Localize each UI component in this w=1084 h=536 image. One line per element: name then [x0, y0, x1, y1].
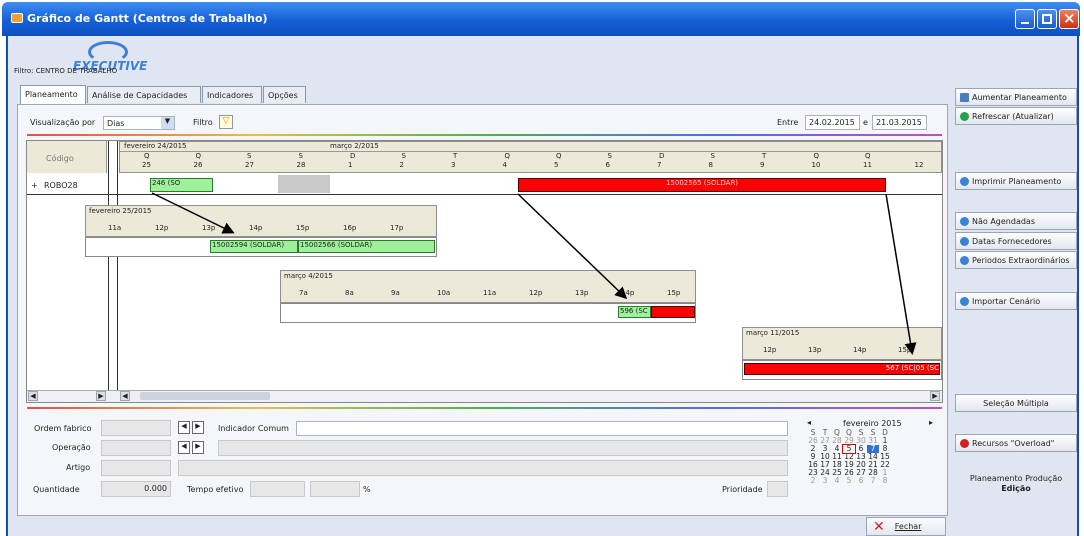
cal-next-icon[interactable]: ▸: [929, 418, 933, 427]
button-label: Recursos "Overload": [972, 438, 1055, 448]
cal-day[interactable]: 5: [843, 477, 855, 485]
operacao-desc: [218, 440, 788, 456]
mode-value: Edição: [1001, 484, 1031, 493]
operacao-field[interactable]: [101, 440, 171, 456]
cal-day[interactable]: 8: [879, 477, 891, 485]
prioridade-label: Prioridade: [722, 485, 763, 494]
button-label: Aumentar Planeamento: [972, 92, 1067, 102]
warning-icon: [960, 438, 969, 448]
cal-day[interactable]: 3: [819, 477, 831, 485]
refrescar-button[interactable]: Refrescar (Atualizar): [955, 107, 1077, 125]
scroll-thumb[interactable]: [140, 392, 270, 400]
zoom-icon: [960, 92, 969, 102]
operacao-label: Operação: [52, 443, 91, 452]
importar-button[interactable]: Importar Cenário: [955, 292, 1077, 310]
button-label: Refrescar (Atualizar): [972, 111, 1054, 121]
tempo-field[interactable]: [250, 481, 305, 497]
scroll-left-icon[interactable]: ◀: [28, 391, 38, 401]
percent-label: %: [363, 485, 371, 494]
refresh-icon: [960, 111, 969, 121]
cal-grid: S T Q Q S S D 26 27 28 29 30 31 1 2 3 4 5 6 7 8 9 10 11 12 13 14 15…: [807, 429, 891, 485]
clock-icon: [960, 255, 969, 265]
quantidade-label: Quantidade: [33, 485, 80, 494]
next-icon[interactable]: ▶: [192, 441, 204, 454]
cal-month: fevereiro 2015: [843, 419, 902, 428]
print-icon: [960, 176, 969, 186]
arrow: [885, 193, 917, 355]
mode-label: Planeamento Produção: [969, 474, 1063, 483]
list-icon: [960, 216, 969, 226]
button-label: Importar Cenário: [972, 296, 1041, 306]
scroll-right-icon[interactable]: ▶: [96, 391, 106, 401]
prev-icon[interactable]: ◀: [178, 421, 190, 434]
arrow: [517, 193, 628, 300]
fechar-button[interactable]: ✕ Fechar: [866, 517, 946, 536]
recursos-overload-button[interactable]: Recursos "Overload": [955, 434, 1077, 452]
cal-day[interactable]: 2: [807, 477, 819, 485]
datas-fornecedores-button[interactable]: Datas Fornecedores: [955, 232, 1077, 250]
ordem-field[interactable]: [101, 420, 171, 436]
imprimir-button[interactable]: Imprimir Planeamento: [955, 172, 1077, 190]
close-icon: ✕: [873, 518, 885, 535]
button-label: Seleção Múltipla: [983, 398, 1049, 408]
cal-day[interactable]: 6: [855, 477, 867, 485]
arrow: [151, 192, 235, 234]
cal-prev-icon[interactable]: ◂: [807, 418, 811, 427]
artigo-label: Artigo: [66, 463, 91, 472]
selecao-multipla-button[interactable]: Seleção Múltipla: [955, 394, 1077, 412]
import-icon: [960, 296, 969, 306]
separator: [27, 407, 942, 409]
quantidade-field[interactable]: 0.000: [101, 481, 171, 497]
indicador-input[interactable]: [296, 421, 788, 436]
button-label: Fechar: [894, 522, 922, 531]
button-label: Periodos Extraordinários: [972, 255, 1070, 265]
nao-agendadas-button[interactable]: Não Agendadas: [955, 212, 1077, 230]
ordem-label: Ordem fabrico: [34, 424, 92, 433]
button-label: Imprimir Planeamento: [972, 176, 1062, 186]
cal-day[interactable]: 7: [867, 477, 879, 485]
artigo-desc: [178, 460, 788, 476]
indicador-label: Indicador Comum: [218, 424, 289, 433]
mini-calendar: ◂ fevereiro 2015 ▸ S T Q Q S S D 26 27 28 29 30 31 1 2…: [805, 418, 940, 510]
prev-icon[interactable]: ◀: [178, 441, 190, 454]
periodos-button[interactable]: Periodos Extraordinários: [955, 251, 1077, 269]
cal-day[interactable]: 4: [831, 477, 843, 485]
artigo-field[interactable]: [101, 460, 171, 476]
calendar-icon: [960, 236, 969, 246]
prioridade-field[interactable]: [767, 481, 788, 497]
tempo-label: Tempo efetivo: [187, 485, 244, 494]
percent-field[interactable]: [310, 481, 360, 497]
button-label: Datas Fornecedores: [972, 236, 1052, 246]
aumentar-button[interactable]: Aumentar Planeamento: [955, 88, 1077, 106]
scroll-right-icon[interactable]: ▶: [930, 391, 940, 401]
button-label: Não Agendadas: [972, 216, 1035, 226]
next-icon[interactable]: ▶: [192, 421, 204, 434]
scroll-left-icon[interactable]: ◀: [120, 391, 130, 401]
